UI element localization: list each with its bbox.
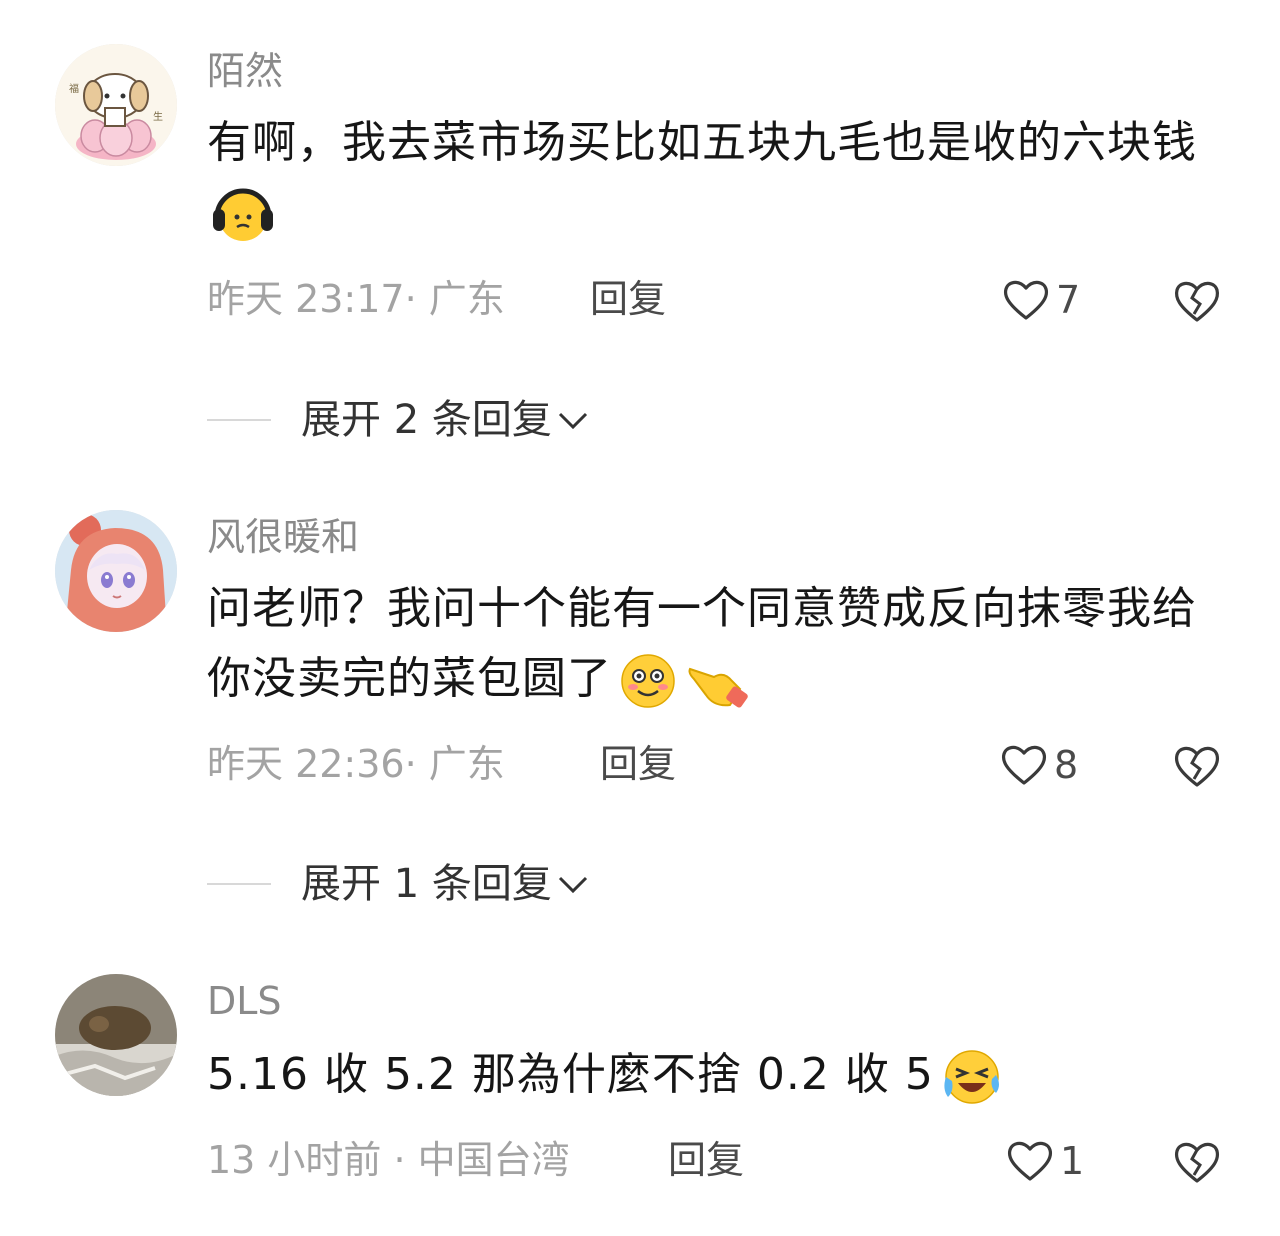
username[interactable]: DLS	[207, 982, 282, 1020]
reply-button[interactable]: 回复	[600, 745, 676, 783]
like-count: 7	[1056, 278, 1081, 322]
divider-line	[207, 419, 271, 421]
username[interactable]: 风很暖和	[207, 518, 359, 556]
expand-replies-button[interactable]: 展开 1 条回复	[207, 864, 590, 904]
avatar[interactable]	[55, 510, 177, 632]
expand-replies-label: 展开 1 条回复	[301, 861, 552, 907]
like-count: 1	[1060, 1139, 1085, 1183]
like-button[interactable]: 7	[1002, 278, 1080, 322]
like-count: 8	[1054, 743, 1079, 787]
like-button[interactable]: 8	[1000, 743, 1078, 787]
blushing-face-emoji-icon	[616, 649, 680, 713]
chevron-down-icon	[558, 876, 587, 894]
broken-heart-icon[interactable]	[1172, 1139, 1222, 1185]
avatar-image-icon	[55, 974, 177, 1096]
expand-replies-label: 展开 2 条回复	[301, 397, 552, 443]
like-button[interactable]: 1	[1006, 1139, 1084, 1183]
reply-button[interactable]: 回复	[668, 1141, 744, 1179]
comment-time-location: 13 小时前 · 中国台湾	[207, 1138, 570, 1182]
avatar[interactable]	[55, 974, 177, 1096]
avatar-image-icon	[55, 510, 177, 632]
comment-text: 问老师？我问十个能有一个同意赞成反向抹零我给你没卖完的菜包圆了	[207, 574, 1207, 714]
heart-icon	[1007, 1141, 1053, 1181]
pointing-hand-emoji-icon	[684, 649, 748, 713]
comment-text-content: 5.16 收 5.2 那為什麼不捨 0.2 收 5	[207, 1049, 934, 1100]
broken-heart-icon[interactable]	[1172, 743, 1222, 789]
comment-text: 有啊，我去菜市场买比如五块九毛也是收的六块钱	[207, 108, 1207, 248]
chevron-down-icon	[558, 412, 587, 430]
divider-line	[207, 883, 271, 885]
username[interactable]: 陌然	[207, 52, 283, 90]
heart-icon	[1001, 745, 1047, 785]
svg-text:生: 生	[153, 110, 163, 123]
expand-replies-button[interactable]: 展开 2 条回复	[207, 400, 590, 440]
avatar-image-icon: 福 生	[55, 44, 177, 166]
avatar[interactable]: 福 生	[55, 44, 177, 166]
svg-text:福: 福	[69, 82, 79, 95]
comment-text: 5.16 收 5.2 那為什麼不捨 0.2 收 5	[207, 1040, 1207, 1110]
comment-text-content: 有啊，我去菜市场买比如五块九毛也是收的六块钱	[207, 117, 1197, 168]
reply-button[interactable]: 回复	[590, 280, 666, 318]
comment-time-location: 昨天 22:36· 广东	[207, 742, 505, 786]
heart-icon	[1003, 280, 1049, 320]
headphones-face-emoji-icon	[211, 183, 275, 247]
broken-heart-icon[interactable]	[1172, 278, 1222, 324]
laughing-tears-emoji-icon	[938, 1045, 1002, 1109]
comment-time-location: 昨天 23:17· 广东	[207, 277, 505, 321]
